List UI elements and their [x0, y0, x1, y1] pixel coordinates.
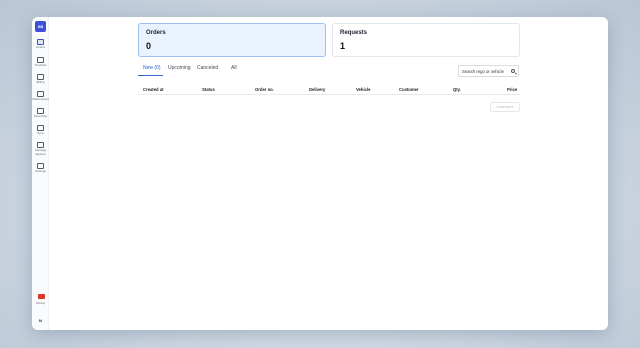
active-tab-indicator [138, 75, 163, 76]
sidebar-item-carriage[interactable]: Carriage logistics [32, 142, 49, 156]
sidebar-item-products[interactable]: Products [32, 57, 49, 68]
sidebar-item-label: Warehouses [32, 97, 49, 101]
sidebar-item-label: Sync [37, 131, 44, 135]
card-value: 0 [146, 41, 152, 51]
requests-card[interactable]: Requests 1 [332, 23, 520, 57]
sidebar-item-receiving[interactable]: Receiving [32, 108, 49, 119]
app-logo[interactable]: SB [35, 21, 46, 32]
sidebar-item-warehouses[interactable]: Warehouses [32, 91, 49, 102]
column-header[interactable]: Created at [143, 87, 163, 92]
sidebar-item-label: Products [34, 63, 47, 67]
sidebar-item-label: Receiving [33, 114, 48, 118]
search-placeholder: Search rego or vehicle [462, 69, 504, 74]
column-header[interactable]: Qty. [453, 87, 461, 92]
sidebar-item-label: Carriage logistics [34, 148, 47, 156]
load-more-button[interactable]: Load more [490, 102, 520, 112]
table-header: Created at Status Order no. Delivery Veh… [138, 85, 520, 95]
tab-upcoming[interactable]: Upcoming [168, 65, 191, 71]
card-label: Requests [340, 30, 368, 36]
sidebar-item-billing[interactable]: Billing [32, 74, 49, 85]
activity-badge[interactable] [38, 294, 45, 299]
sidebar-item-orders[interactable]: Orders [32, 39, 49, 50]
tab-all[interactable]: All [231, 65, 237, 71]
sidebar-item-label: Billing [36, 80, 45, 84]
card-value: 1 [340, 41, 346, 51]
column-header[interactable]: Order no. [255, 87, 274, 92]
column-header[interactable]: Delivery [309, 87, 325, 92]
sidebar: SB Orders Products Billing Warehouses Re… [32, 17, 49, 330]
column-header[interactable]: Status [202, 87, 215, 92]
sidebar-item-label: Orders [35, 45, 46, 49]
column-header[interactable]: Vehicle [356, 87, 370, 92]
orders-card[interactable]: Orders 0 [138, 23, 326, 57]
app-window: SB Orders Products Billing Warehouses Re… [32, 17, 608, 330]
avatar[interactable]: N [36, 318, 45, 323]
sidebar-item-sync[interactable]: Sync [32, 125, 49, 136]
search-icon[interactable] [511, 68, 515, 73]
tab-new[interactable]: New (0) [143, 65, 161, 71]
sidebar-item-label: Activity [35, 301, 46, 305]
column-header[interactable]: Customer [399, 87, 419, 92]
card-label: Orders [146, 30, 166, 36]
sidebar-item-label: Settings [35, 169, 46, 173]
sidebar-item-settings[interactable]: Settings [32, 163, 49, 174]
sidebar-item-activity[interactable]: Activity [32, 301, 49, 306]
column-header[interactable]: Price [507, 87, 517, 92]
search-input[interactable]: Search rego or vehicle [458, 65, 519, 77]
tab-canceled[interactable]: Canceled [197, 65, 218, 71]
